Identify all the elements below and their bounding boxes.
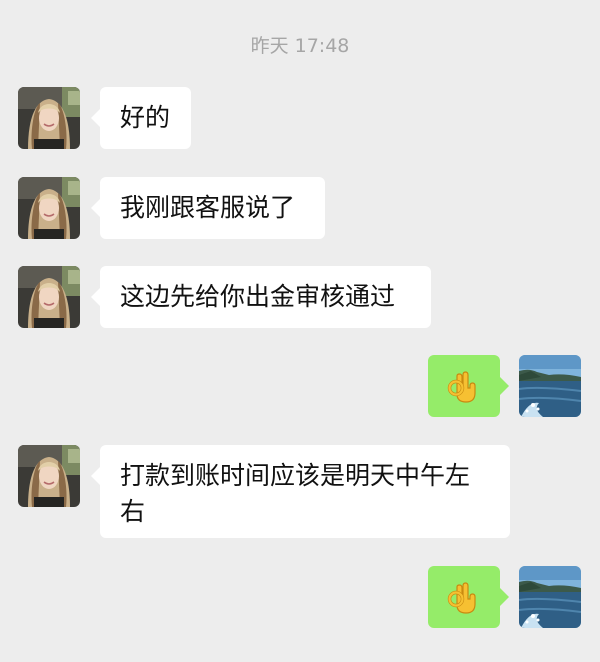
contact-avatar[interactable] [18,177,80,239]
message-bubble-incoming[interactable]: 打款到账时间应该是明天中午左右 [91,445,510,538]
ok-hand-icon [444,366,484,406]
message-bubble-incoming[interactable]: 好的 [91,87,191,149]
contact-avatar[interactable] [18,87,80,149]
contact-avatar[interactable] [18,445,80,507]
message-bubble-outgoing[interactable] [428,355,509,417]
message-bubble-outgoing[interactable] [428,566,509,628]
chat-timestamp: 昨天 17:48 [250,35,350,57]
message-bubble-incoming[interactable]: 这边先给你出金审核通过 [91,266,431,328]
ok-hand-icon [444,577,484,617]
message-bubble-incoming[interactable]: 我刚跟客服说了 [91,177,325,239]
user-avatar[interactable] [519,566,581,628]
user-avatar[interactable] [519,355,581,417]
contact-avatar[interactable] [18,266,80,328]
